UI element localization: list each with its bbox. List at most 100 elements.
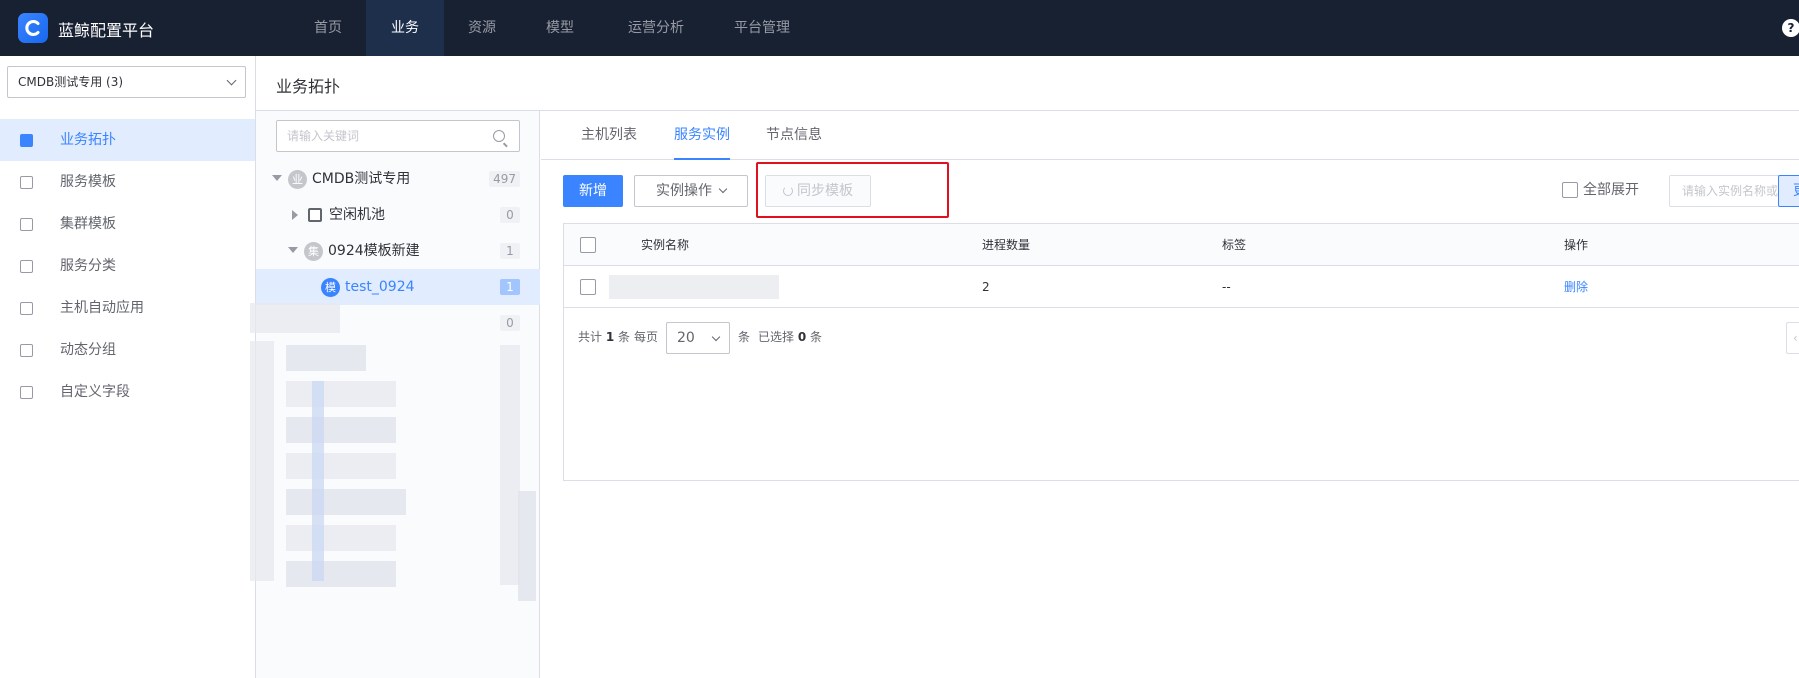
table-row[interactable]: 2 -- 删除 [564, 266, 1799, 308]
sidebar-item-label: 服务分类 [60, 258, 116, 274]
redacted-region [250, 303, 340, 333]
business-selector[interactable]: CMDB测试专用 (3) [7, 66, 246, 98]
tab-host-list[interactable]: 主机列表 [581, 111, 637, 160]
instance-table: 实例名称 进程数量 标签 操作 2 -- 删除 共计 1 条 每页 20 条 已… [563, 223, 1799, 481]
tree-node-label: CMDB测试专用 [312, 171, 411, 187]
topology-icon [20, 134, 33, 147]
sidebar-item-topology[interactable]: 业务拓扑 [0, 119, 255, 161]
content-tabs: 主机列表 服务实例 节点信息 [541, 111, 1799, 160]
sidebar-item-dynamic-group[interactable]: 动态分组 [0, 329, 255, 371]
redacted-instance-name [609, 275, 779, 299]
selected-value: 0 [797, 330, 807, 344]
brand-name[interactable]: 蓝鲸配置平台 [58, 17, 154, 41]
select-all-checkbox[interactable] [580, 237, 596, 253]
nav-resource[interactable]: 资源 [446, 0, 518, 56]
nav-business[interactable]: 业务 [366, 0, 444, 56]
layers-icon [20, 260, 33, 273]
dynamic-group-icon [20, 344, 33, 357]
search-icon[interactable] [493, 130, 505, 142]
page-header: 业务拓扑 [256, 56, 1799, 111]
page-title: 业务拓扑 [276, 77, 341, 96]
redacted-region [500, 345, 520, 585]
cluster-icon [20, 218, 33, 231]
redacted-region [518, 491, 536, 601]
nav-platform-admin[interactable]: 平台管理 [720, 0, 804, 56]
selected-count: 已选择 0 条 [758, 328, 822, 345]
tree-node-business[interactable]: 业 CMDB测试专用 497 [256, 161, 540, 197]
redacted-region [286, 417, 396, 443]
row-checkbox[interactable] [580, 279, 596, 295]
left-sidebar: CMDB测试专用 (3) 业务拓扑 服务模板 集群模板 服务分类 主机自动应用 … [0, 56, 256, 678]
redacted-region [286, 345, 366, 371]
more-button[interactable]: 更 [1778, 175, 1799, 207]
expand-all-checkbox[interactable] [1562, 182, 1578, 198]
process-count: 2 [982, 280, 990, 294]
tree-node-count: 497 [489, 171, 520, 187]
chevron-down-icon [226, 75, 237, 86]
sidebar-item-host-auto-apply[interactable]: 主机自动应用 [0, 287, 255, 329]
total-prefix: 共计 [578, 330, 603, 344]
delete-link[interactable]: 删除 [1564, 266, 1588, 308]
tree-search-placeholder: 请输入关键词 [287, 129, 360, 143]
tree-node-label: test_0924 [345, 279, 415, 295]
caret-right-icon[interactable] [292, 210, 298, 220]
topology-tree-panel: 请输入关键词 业 CMDB测试专用 497 空闲机池 0 集 0924模板新建 … [250, 111, 540, 678]
tab-service-instance[interactable]: 服务实例 [674, 111, 730, 160]
chevron-down-icon [711, 332, 721, 342]
sidebar-item-service-template[interactable]: 服务模板 [0, 161, 255, 203]
sidebar-item-label: 服务模板 [60, 174, 116, 190]
selected-prefix: 已选择 [758, 330, 795, 344]
tree-node-count: 0 [500, 315, 520, 331]
add-instance-button[interactable]: 新增 [563, 175, 623, 207]
instance-ops-label: 实例操作 [656, 183, 712, 199]
column-header-labels[interactable]: 标签 [1222, 224, 1246, 266]
selected-suffix: 条 [810, 330, 823, 344]
cmdb-logo-icon[interactable] [18, 13, 48, 43]
sidebar-item-label: 业务拓扑 [60, 132, 116, 148]
instance-ops-button[interactable]: 实例操作 [634, 175, 748, 207]
service-instance-panel: 主机列表 服务实例 节点信息 新增 实例操作 同步模板 全部展开 请输入实例名称… [541, 111, 1799, 678]
column-header-process-count[interactable]: 进程数量 [982, 224, 1030, 266]
tree-node-count: 1 [500, 243, 520, 259]
per-page-suffix: 条 [738, 330, 751, 344]
tree-node-module-selected[interactable]: 模 test_0924 1 [256, 269, 540, 305]
redacted-region [286, 381, 396, 407]
caret-down-icon[interactable] [288, 247, 298, 253]
sidebar-item-label: 自定义字段 [60, 384, 130, 400]
redacted-region [286, 525, 396, 551]
sidebar-item-cluster-template[interactable]: 集群模板 [0, 203, 255, 245]
redacted-region [286, 561, 396, 587]
idle-pool-icon [308, 208, 322, 222]
help-icon[interactable]: ? [1782, 19, 1799, 37]
redacted-region [286, 489, 406, 515]
auto-apply-icon [20, 302, 33, 315]
sidebar-item-custom-field[interactable]: 自定义字段 [0, 371, 255, 413]
business-selector-value: CMDB测试专用 (3) [18, 75, 124, 89]
nav-model[interactable]: 模型 [524, 0, 596, 56]
tree-node-set[interactable]: 集 0924模板新建 1 [256, 233, 540, 269]
prev-page-button[interactable]: ‹ [1786, 322, 1799, 354]
sidebar-item-label: 主机自动应用 [60, 300, 144, 316]
per-page-label: 每页 [634, 330, 659, 344]
pagination: 共计 1 条 每页 20 条 已选择 0 条 ‹ [564, 308, 1799, 368]
cube-icon [20, 176, 33, 189]
sidebar-item-label: 集群模板 [60, 216, 116, 232]
table-header: 实例名称 进程数量 标签 操作 [564, 224, 1799, 266]
tree-node-idle-pool[interactable]: 空闲机池 0 [256, 197, 540, 233]
set-node-icon: 集 [304, 242, 323, 261]
total-suffix: 条 [618, 330, 631, 344]
total-count: 1 [605, 330, 615, 344]
tree-search-input[interactable]: 请输入关键词 [276, 120, 520, 152]
column-header-name[interactable]: 实例名称 [641, 224, 689, 266]
tree-node-label: 0924模板新建 [328, 243, 420, 259]
sidebar-item-label: 动态分组 [60, 342, 116, 358]
expand-all-label: 全部展开 [1583, 182, 1639, 198]
caret-down-icon[interactable] [272, 175, 282, 181]
nav-home[interactable]: 首页 [292, 0, 364, 56]
tree-node-count: 0 [500, 207, 520, 223]
nav-analysis[interactable]: 运营分析 [614, 0, 698, 56]
sidebar-item-service-category[interactable]: 服务分类 [0, 245, 255, 287]
per-page-select[interactable]: 20 [666, 322, 730, 354]
instance-labels: -- [1222, 280, 1231, 294]
tab-node-info[interactable]: 节点信息 [766, 111, 822, 160]
